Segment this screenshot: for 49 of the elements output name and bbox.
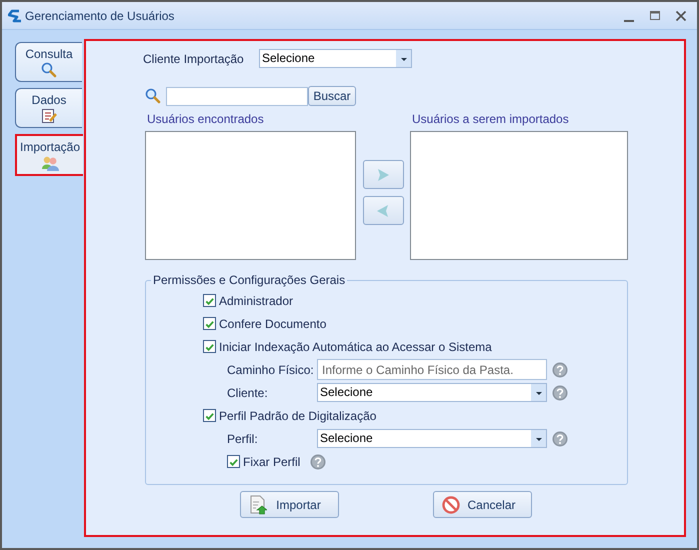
checkbox-label: Iniciar Indexação Automática ao Acessar o Sistema <box>219 340 492 354</box>
checkbox[interactable] <box>203 409 216 422</box>
field-label: Cliente Importação <box>143 52 245 66</box>
import-button[interactable]: Importar <box>240 491 339 518</box>
window-title: Gerenciamento de Usuários <box>25 8 174 22</box>
dropdown[interactable]: Selecione <box>317 429 547 448</box>
users-icon <box>41 154 59 170</box>
left-arrow-icon <box>376 204 390 218</box>
document-icon <box>41 108 57 124</box>
checkbox-label: Fixar Perfil <box>243 454 300 468</box>
checkbox[interactable] <box>227 455 240 468</box>
checkbox-label: Perfil Padrão de Digitalização <box>219 408 376 422</box>
close-icon <box>675 10 687 22</box>
document-import-icon <box>249 494 267 514</box>
list-label: Usuários a serem importados <box>411 112 570 127</box>
dropdown[interactable]: Selecione <box>317 383 547 402</box>
search-icon <box>145 88 161 104</box>
search-button[interactable]: Buscar <box>308 86 356 106</box>
search-field[interactable] <box>166 86 308 106</box>
field-label: Caminho Físico: <box>227 362 315 376</box>
field-label: Cliente: <box>227 386 269 400</box>
maximize-icon <box>649 10 661 22</box>
help-icon <box>552 362 568 378</box>
search-icon <box>41 62 57 78</box>
minimize-icon <box>624 20 634 22</box>
app-logo-icon <box>8 8 22 22</box>
field-label: Perfil: <box>227 432 259 446</box>
maximize-button[interactable] <box>649 10 661 22</box>
help-icon <box>310 454 326 470</box>
side-tab[interactable]: Consulta <box>15 42 82 82</box>
list-label: Usuários encontrados <box>146 112 265 127</box>
checkbox[interactable] <box>203 340 216 353</box>
path-field[interactable]: Informe o Caminho Físico da Pasta. <box>317 359 547 380</box>
help-icon <box>552 384 568 400</box>
side-tab[interactable]: Dados <box>15 88 82 128</box>
no-entry-icon <box>442 496 460 514</box>
cancel-button[interactable]: Cancelar <box>433 491 532 518</box>
user-list[interactable] <box>410 131 628 260</box>
group-title: Permissões e Configurações Gerais <box>152 273 346 287</box>
user-list[interactable] <box>145 131 356 260</box>
checkbox-label: Confere Documento <box>219 316 326 330</box>
checkbox[interactable] <box>203 294 216 307</box>
help-icon <box>552 430 568 446</box>
dropdown[interactable]: Selecione <box>259 49 412 68</box>
close-button[interactable] <box>675 10 687 22</box>
right-arrow-icon <box>376 168 390 182</box>
checkbox[interactable] <box>203 317 216 330</box>
side-tab[interactable]: Importação <box>15 134 83 176</box>
checkbox-label: Administrador <box>219 294 294 308</box>
